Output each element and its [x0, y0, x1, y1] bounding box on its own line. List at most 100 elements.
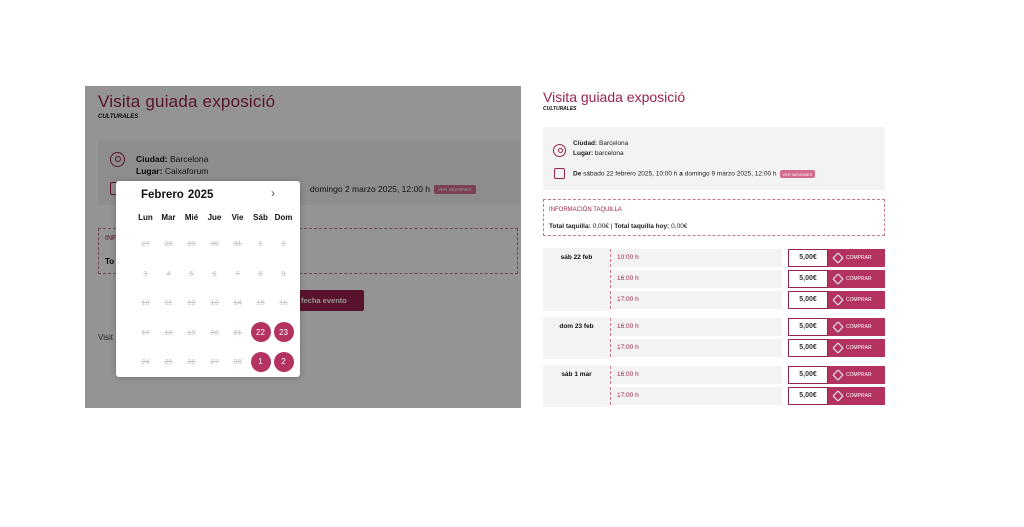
day-disabled: 1	[249, 229, 272, 259]
day-available[interactable]: 23	[272, 318, 295, 348]
day-disabled: 24	[134, 347, 157, 377]
session-time: 10:00 h	[610, 249, 782, 267]
day-disabled: 13	[203, 288, 226, 318]
event-sessions-page: Visita guiada exposició CULTURALES Ciuda…	[543, 86, 888, 416]
day-disabled: 5	[180, 259, 203, 289]
day-disabled: 8	[249, 259, 272, 289]
day-disabled: 12	[180, 288, 203, 318]
day-disabled: 2	[272, 229, 295, 259]
day-disabled: 31	[226, 229, 249, 259]
ticket-icon	[832, 252, 844, 264]
session-row: 16:00 h 5,00€ COMPRAR	[610, 317, 885, 338]
day-number: 21	[233, 327, 242, 337]
day-number: 12	[187, 298, 196, 308]
day-disabled: 29	[180, 229, 203, 259]
location-pin-icon	[553, 144, 566, 157]
day-disabled: 14	[226, 288, 249, 318]
day-disabled: 6	[203, 259, 226, 289]
day-disabled: 28	[157, 229, 180, 259]
day-number: 13	[210, 298, 219, 308]
total-label: Total taquilla:	[549, 223, 591, 230]
info-heading: INFORMACIÓN TAQUILLA	[549, 207, 622, 213]
day-disabled: 9	[272, 259, 295, 289]
session-row: 17:00 h 5,00€ COMPRAR	[610, 386, 885, 407]
sessions-tag[interactable]: VER SESIONES	[779, 170, 816, 178]
session-time: 16:00 h	[610, 366, 782, 384]
day-disabled: 27	[203, 347, 226, 377]
day-number: 31	[233, 239, 242, 249]
year-name: 2025	[187, 189, 214, 201]
day-available[interactable]: 2	[272, 347, 295, 377]
session-day-label: sáb 1 mar	[543, 365, 610, 407]
day-number: 3	[143, 268, 148, 278]
buy-label: COMPRAR	[846, 297, 872, 303]
separator: |	[610, 223, 613, 230]
location-box: Ciudad: Barcelona Lugar: barcelona De sá…	[543, 127, 885, 190]
day-number: 25	[164, 357, 173, 367]
day-number: 27	[210, 357, 219, 367]
buy-button[interactable]: COMPRAR	[828, 270, 885, 288]
city-value: Barcelona	[599, 140, 629, 147]
chevron-right-icon[interactable]: ›	[271, 186, 275, 200]
session-price: 5,00€	[788, 318, 828, 336]
session-time: 17:00 h	[610, 291, 782, 309]
day-available[interactable]: 22	[249, 318, 272, 348]
info-totals: Total taquilla: 0,00€ | Total taquilla h…	[549, 223, 687, 230]
weekday-label: Jue	[207, 213, 222, 222]
session-day-group: sáb 22 feb 10:00 h 5,00€ COMPRAR 16:00 h 5,00…	[543, 248, 885, 311]
day-disabled: 3	[134, 259, 157, 289]
day-number: 28	[233, 357, 242, 367]
buy-button[interactable]: COMPRAR	[828, 387, 885, 405]
day-disabled: 21	[226, 318, 249, 348]
session-schedule: sáb 22 feb 10:00 h 5,00€ COMPRAR 16:00 h 5,00…	[543, 248, 885, 413]
session-day-group: dom 23 feb 16:00 h 5,00€ COMPRAR 17:00 h 5,00…	[543, 317, 885, 359]
event-category: CULTURALES	[543, 106, 577, 112]
date-prefix: De	[573, 170, 582, 178]
day-disabled: 11	[157, 288, 180, 318]
day-disabled: 19	[180, 318, 203, 348]
ticket-icon	[832, 294, 844, 306]
datepicker: Febrero 2025 › Lun Mar Mié Jue Vie Sáb Dom 27 28…	[116, 181, 300, 377]
day-disabled: 15	[249, 288, 272, 318]
buy-button[interactable]: COMPRAR	[828, 318, 885, 336]
buy-button[interactable]: COMPRAR	[828, 339, 885, 357]
total-value: 0,00€	[592, 223, 609, 230]
day-number: 7	[235, 268, 240, 278]
buy-button[interactable]: COMPRAR	[828, 366, 885, 384]
date-range: De sábado 22 febrero 2025, 10:00 h a dom…	[573, 170, 816, 178]
day-number: 9	[281, 268, 286, 278]
day-number: 22	[250, 322, 271, 343]
weekday-label: Sáb	[253, 213, 268, 222]
session-time: 17:00 h	[610, 339, 782, 357]
ticket-icon	[832, 321, 844, 333]
day-number: 11	[164, 298, 173, 308]
buy-label: COMPRAR	[846, 324, 872, 330]
day-disabled: 26	[180, 347, 203, 377]
day-available[interactable]: 1	[249, 347, 272, 377]
weekday-header: Lun Mar Mié Jue Vie Sáb Dom	[134, 213, 295, 222]
day-number: 6	[212, 268, 217, 278]
today-label: Total taquilla hoy:	[614, 223, 670, 230]
date-to: domingo 9 marzo 2025, 12:00 h	[684, 170, 777, 178]
buy-button[interactable]: COMPRAR	[828, 249, 885, 267]
day-disabled: 28	[226, 347, 249, 377]
buy-button[interactable]: COMPRAR	[828, 291, 885, 309]
day-number: 17	[141, 327, 150, 337]
day-number: 28	[164, 239, 173, 249]
today-value: 0,00€	[671, 223, 688, 230]
day-grid: 27 28 29 30 31 1 2 3 4 5 6 7 8 9 10 11 12 13 14 15 16 17 18 19 2…	[134, 229, 295, 377]
day-number: 20	[210, 327, 219, 337]
day-number: 23	[273, 322, 294, 343]
day-disabled: 30	[203, 229, 226, 259]
session-price: 5,00€	[788, 339, 828, 357]
datepicker-month: Febrero 2025	[141, 189, 217, 201]
place-label: Lugar:	[573, 150, 594, 157]
ticket-icon	[832, 273, 844, 285]
day-number: 4	[166, 268, 171, 278]
buy-label: COMPRAR	[846, 255, 872, 261]
session-row: 16:00 h 5,00€ COMPRAR	[610, 269, 885, 290]
month-name: Febrero	[141, 189, 184, 201]
day-number: 14	[233, 298, 242, 308]
day-disabled: 7	[226, 259, 249, 289]
session-price: 5,00€	[788, 270, 828, 288]
